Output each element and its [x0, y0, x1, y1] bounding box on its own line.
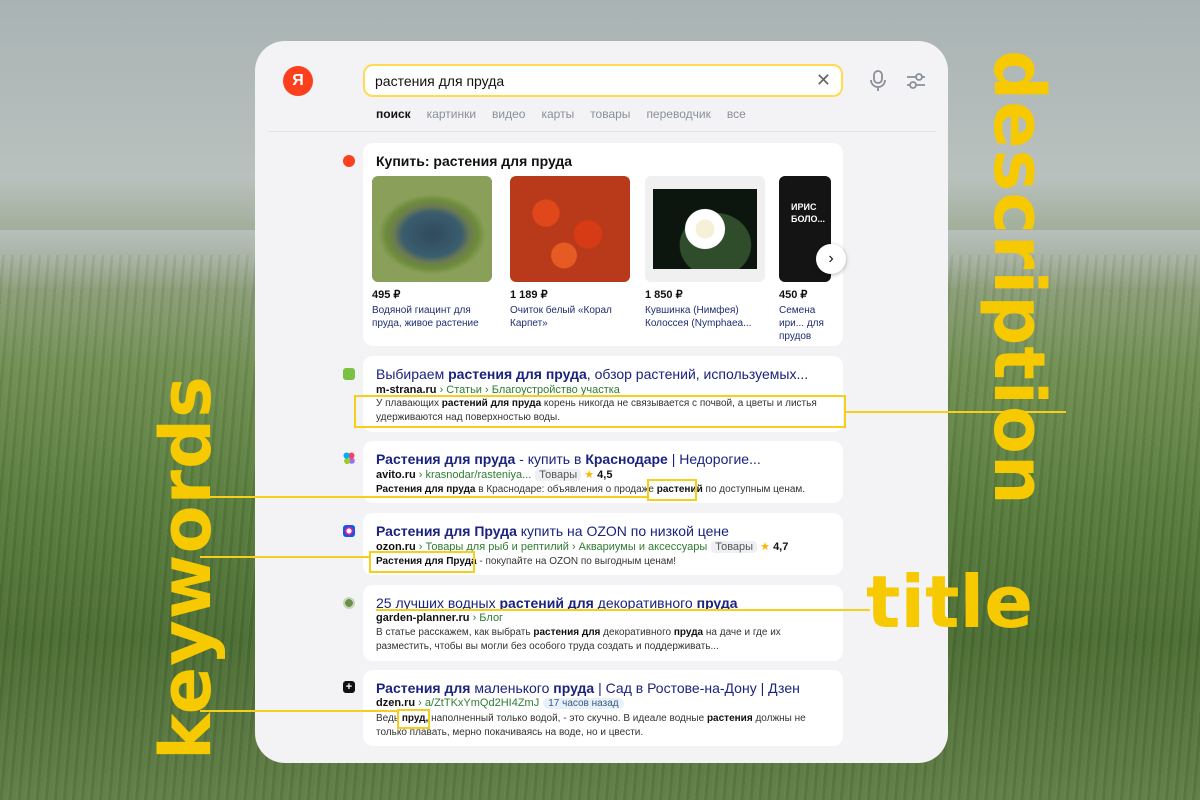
tab-goods[interactable]: товары	[590, 107, 630, 121]
title-connector	[376, 609, 870, 611]
product-card[interactable]: 1 189 ₽ Очиток белый «Корал Карпет»	[510, 176, 630, 330]
water-lily-image	[645, 176, 765, 282]
tab-translator[interactable]: переводчик	[646, 107, 710, 121]
divider	[268, 131, 936, 132]
search-bar: ✕	[363, 64, 843, 97]
pond-image	[372, 176, 492, 282]
keyword-connector	[200, 496, 647, 498]
microphone-icon[interactable]	[868, 70, 888, 92]
product-price: 450 ₽	[779, 289, 808, 301]
goods-badge: Товары	[535, 469, 582, 481]
keywords-label: keywords	[145, 375, 227, 760]
m-strana-favicon	[343, 368, 355, 380]
product-price: 495 ₽	[372, 289, 401, 301]
title-label: title	[866, 560, 1034, 644]
keyword-connector	[200, 710, 397, 712]
search-tabs: поиск картинки видео карты товары перево…	[376, 107, 746, 121]
yandex-market-icon	[343, 155, 355, 167]
red-flowers-image	[510, 176, 630, 282]
tab-video[interactable]: видео	[492, 107, 525, 121]
rating: 4,7	[773, 541, 789, 553]
goods-badge: Товары	[711, 541, 758, 553]
banner-text: ИРИС БОЛО...	[791, 202, 826, 224]
yandex-logo[interactable]: Я	[283, 66, 313, 96]
product-name[interactable]: Очиток белый «Корал Карпет»	[510, 304, 630, 330]
tab-search[interactable]: поиск	[376, 107, 411, 121]
result-title[interactable]: Растения для пруда - купить в Краснодаре…	[376, 451, 761, 467]
star-icon: ★	[760, 541, 770, 553]
tab-images[interactable]: картинки	[427, 107, 476, 121]
product-name[interactable]: Семена ири... для прудов	[779, 304, 831, 343]
carousel-next-button[interactable]: ›	[816, 244, 846, 274]
rating: 4,5	[597, 469, 613, 481]
result-description: Растения для пруда в Краснодаре: объявле…	[376, 484, 806, 495]
product-card[interactable]: 495 ₽ Водяной гиацинт для пруда, живое р…	[372, 176, 492, 330]
tab-maps[interactable]: карты	[541, 107, 574, 121]
result-title[interactable]: Выбираем растения для пруда, обзор расте…	[376, 366, 808, 382]
product-name[interactable]: Водяной гиацинт для пруда, живое растени…	[372, 304, 492, 330]
chevron-right-icon: ›	[828, 250, 834, 267]
star-icon: ★	[584, 469, 595, 481]
dzen-favicon: +	[343, 681, 355, 693]
tab-all[interactable]: все	[727, 107, 746, 121]
description-highlight	[354, 395, 846, 428]
result-url[interactable]: dzen.ru › a/ZtTKxYmQd2HI4ZmJ 17 часов наз…	[376, 697, 624, 709]
result-description: В статье расскажем, как выбрать растения…	[376, 627, 781, 652]
keyword-highlight	[369, 551, 475, 573]
result-description: Ведь пруд, наполненный только водой, - э…	[376, 713, 806, 738]
result-url[interactable]: avito.ru › krasnodar/rasteniya... Товары …	[376, 468, 612, 481]
time-badge: 17 часов назад	[543, 698, 624, 709]
keyword-highlight	[647, 479, 697, 501]
garden-planner-favicon	[343, 597, 355, 609]
product-card[interactable]: 1 850 ₽ Кувшинка (Нимфея) Колоссея (Nymp…	[645, 176, 765, 330]
result-url[interactable]: garden-planner.ru › Блог	[376, 612, 503, 624]
ozon-favicon	[343, 525, 355, 537]
product-price: 1 189 ₽	[510, 289, 548, 301]
clear-icon[interactable]: ✕	[816, 70, 831, 91]
product-name[interactable]: Кувшинка (Нимфея) Колоссея (Nymphaea...	[645, 304, 765, 330]
search-input[interactable]	[375, 72, 816, 89]
product-price: 1 850 ₽	[645, 289, 683, 301]
result-title[interactable]: Растения для маленького пруда | Сад в Ро…	[376, 680, 800, 696]
settings-sliders-icon[interactable]	[906, 72, 926, 90]
shopping-block-title: Купить: растения для пруда	[376, 153, 573, 169]
keyword-highlight	[397, 709, 430, 729]
description-label: description	[978, 50, 1060, 506]
result-title[interactable]: Растения для Пруда купить на OZON по низ…	[376, 523, 729, 539]
avito-favicon	[343, 452, 355, 464]
